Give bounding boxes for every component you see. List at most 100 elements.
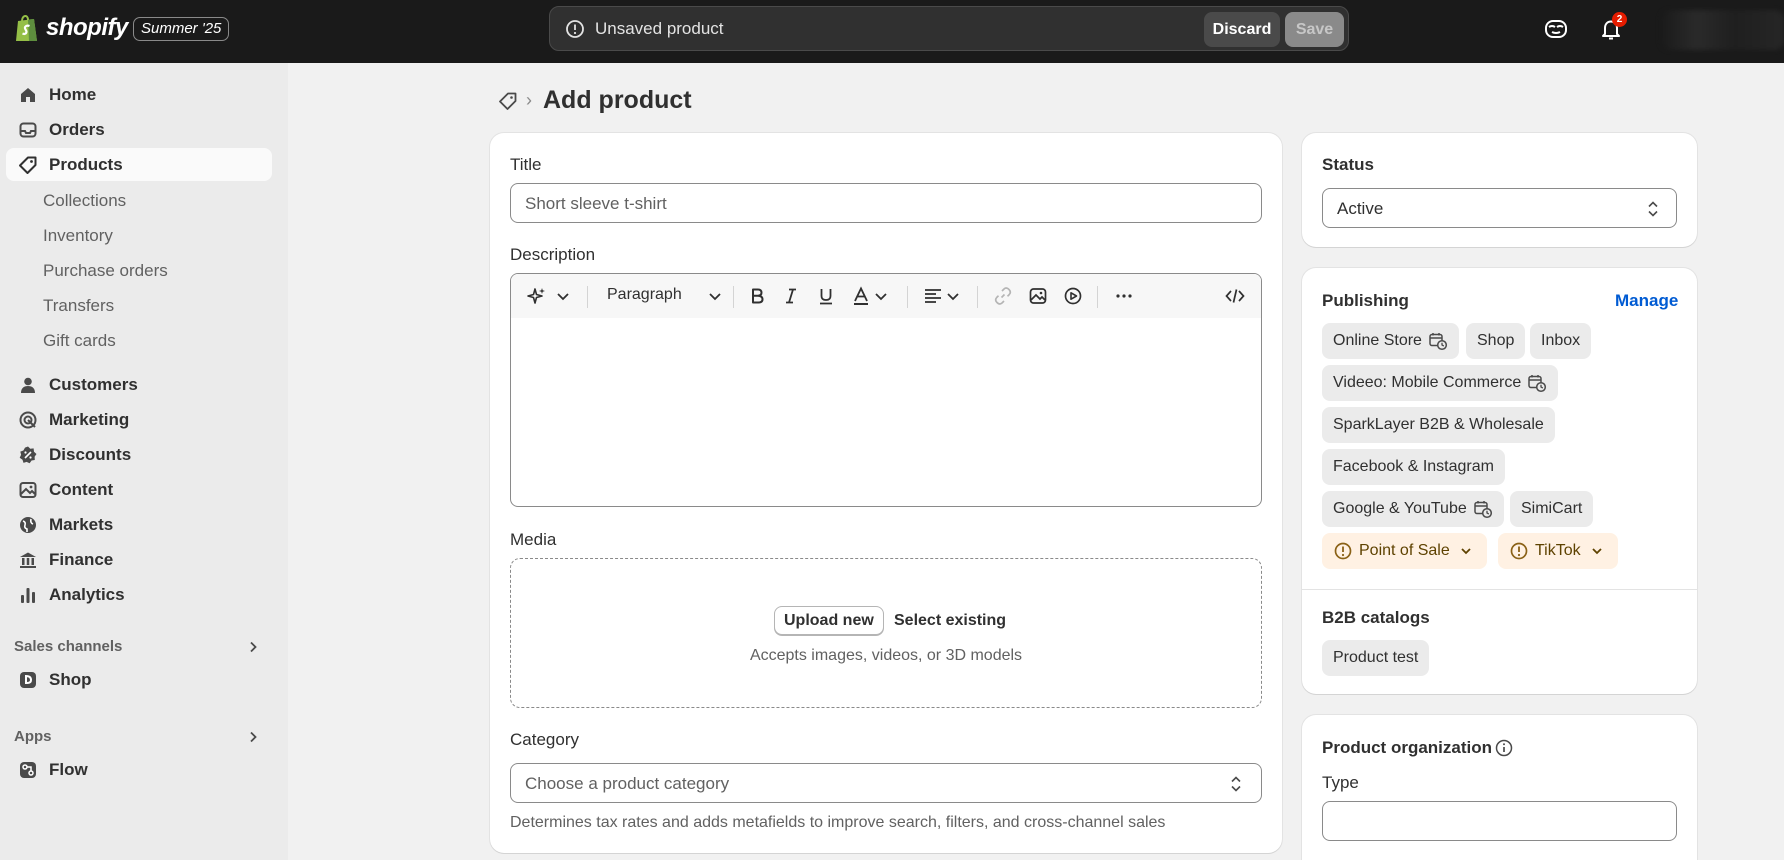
page-title: Add product	[543, 86, 692, 114]
toolbar-divider	[907, 286, 908, 308]
bold-icon[interactable]	[747, 286, 767, 306]
insert-video-icon[interactable]	[1063, 286, 1083, 306]
channel-google-youtube[interactable]: Google & YouTube	[1322, 491, 1504, 527]
category-select[interactable]: Choose a product category	[510, 763, 1262, 803]
chevron-down-icon	[1461, 548, 1471, 555]
sidebar-subitem-transfers[interactable]: Transfers	[43, 296, 114, 316]
toolbar-divider	[1097, 286, 1098, 308]
channel-label: SimiCart	[1521, 500, 1583, 517]
shopify-logo[interactable]: shopify	[14, 13, 128, 43]
account-avatar[interactable]	[1660, 10, 1784, 50]
upload-new-button[interactable]: Upload new	[774, 606, 884, 635]
sidebar-item-content[interactable]: Content	[6, 473, 272, 506]
channel-videeo[interactable]: Videeo: Mobile Commerce	[1322, 365, 1559, 401]
italic-icon[interactable]	[781, 286, 801, 306]
title-input[interactable]: Short sleeve t-shirt	[510, 183, 1262, 223]
select-existing-button[interactable]: Select existing	[894, 612, 1006, 630]
underline-icon[interactable]	[816, 286, 836, 306]
sidebar-item-finance[interactable]: Finance	[6, 543, 272, 576]
product-organization-heading: Product organization	[1322, 738, 1492, 757]
sidebar-subitem-gift-cards[interactable]: Gift cards	[43, 331, 116, 351]
sales-channels-heading[interactable]: Sales channels	[14, 638, 122, 655]
code-icon[interactable]	[1225, 286, 1245, 306]
text-color-icon[interactable]	[851, 286, 871, 306]
channel-point-of-sale[interactable]: Point of Sale	[1322, 533, 1487, 569]
align-left-icon[interactable]	[923, 286, 943, 306]
sidebar-item-discounts[interactable]: Discounts	[6, 438, 272, 471]
shopify-bag-icon	[16, 15, 37, 41]
sidebar-item-label: Flow	[49, 760, 88, 779]
channel-facebook-instagram[interactable]: Facebook & Instagram	[1322, 449, 1505, 485]
sidebar-item-markets[interactable]: Markets	[6, 508, 272, 541]
sidebar-item-marketing[interactable]: Marketing	[6, 403, 272, 436]
channel-shop[interactable]: Shop	[1466, 323, 1526, 359]
editor-toolbar: Paragraph	[511, 274, 1261, 318]
chevron-right-icon[interactable]	[246, 730, 260, 744]
unsaved-text: Unsaved product	[595, 19, 724, 38]
sidebar-subitem-collections[interactable]: Collections	[43, 191, 126, 211]
tag-icon[interactable]	[498, 91, 518, 111]
sidebar-item-products[interactable]: Products	[6, 148, 272, 181]
warning-circle-icon	[1334, 542, 1352, 560]
manage-link[interactable]: Manage	[1615, 291, 1678, 311]
sidebar-item-customers[interactable]: Customers	[6, 368, 272, 401]
bar-chart-icon	[21, 588, 35, 603]
discount-icon	[19, 446, 37, 464]
media-dropzone[interactable]: Upload new Select existing Accepts image…	[510, 558, 1262, 708]
sidebar-item-home[interactable]: Home	[6, 78, 272, 111]
paragraph-style-select[interactable]: Paragraph	[607, 286, 682, 304]
channel-tiktok[interactable]: TikTok	[1498, 533, 1618, 569]
channel-label: SparkLayer B2B & Wholesale	[1333, 416, 1544, 433]
channel-label: Point of Sale	[1359, 542, 1450, 559]
chevron-down-icon	[1592, 548, 1602, 555]
ai-sparkle-icon[interactable]	[527, 286, 547, 306]
chevron-right-icon[interactable]	[246, 640, 260, 654]
select-arrows-icon	[1648, 201, 1658, 217]
apps-heading[interactable]: Apps	[14, 728, 52, 745]
chevron-down-icon[interactable]	[943, 286, 963, 306]
sidebar-item-label: Home	[49, 85, 97, 104]
discard-button[interactable]: Discard	[1204, 12, 1280, 47]
inbox-icon	[19, 122, 37, 138]
chevron-down-icon[interactable]	[705, 286, 725, 306]
channel-sparklayer[interactable]: SparkLayer B2B & Wholesale	[1322, 407, 1555, 443]
info-icon[interactable]	[1494, 738, 1514, 758]
chevron-down-icon[interactable]	[871, 286, 891, 306]
channel-label: Online Store	[1333, 332, 1422, 349]
sidebar-item-shop[interactable]: Shop	[6, 663, 272, 696]
sidekick-icon[interactable]	[1543, 16, 1569, 42]
description-editor[interactable]: Paragraph	[510, 273, 1262, 507]
channel-simicart[interactable]: SimiCart	[1510, 491, 1594, 527]
type-input[interactable]	[1322, 801, 1677, 841]
edition-badge[interactable]: Summer '25	[133, 17, 230, 41]
channel-online-store[interactable]: Online Store	[1322, 323, 1459, 359]
chevron-down-icon[interactable]	[553, 286, 573, 306]
sidebar-subitem-inventory[interactable]: Inventory	[43, 226, 113, 246]
sidebar-item-flow[interactable]: Flow	[6, 753, 272, 786]
sidebar-item-analytics[interactable]: Analytics	[6, 578, 272, 611]
top-bar: shopify Summer '25 Unsaved product Disca…	[0, 0, 1784, 63]
type-label: Type	[1322, 773, 1359, 792]
image-icon	[19, 482, 37, 498]
title-placeholder: Short sleeve t-shirt	[525, 194, 667, 213]
b2b-catalogs-heading: B2B catalogs	[1322, 608, 1430, 627]
shop-icon	[20, 672, 36, 688]
more-horizontal-icon[interactable]	[1114, 286, 1134, 306]
toolbar-divider	[587, 286, 588, 308]
status-select[interactable]: Active	[1322, 188, 1677, 228]
link-icon[interactable]	[993, 286, 1013, 306]
calendar-clock-icon	[1474, 501, 1492, 519]
select-arrows-icon	[1231, 776, 1241, 792]
channel-label: Inbox	[1541, 332, 1581, 349]
sidebar-item-orders[interactable]: Orders	[6, 113, 272, 146]
channel-label: TikTok	[1535, 542, 1581, 559]
insert-image-icon[interactable]	[1028, 286, 1048, 306]
save-button[interactable]: Save	[1285, 12, 1344, 47]
channel-inbox[interactable]: Inbox	[1530, 323, 1592, 359]
b2b-catalog-item[interactable]: Product test	[1322, 640, 1430, 676]
sidebar-item-label: Products	[49, 155, 123, 174]
card-divider	[1302, 589, 1697, 590]
catalog-label: Product test	[1333, 649, 1419, 666]
sidebar-item-label: Customers	[49, 375, 138, 394]
sidebar-subitem-purchase-orders[interactable]: Purchase orders	[43, 261, 168, 281]
